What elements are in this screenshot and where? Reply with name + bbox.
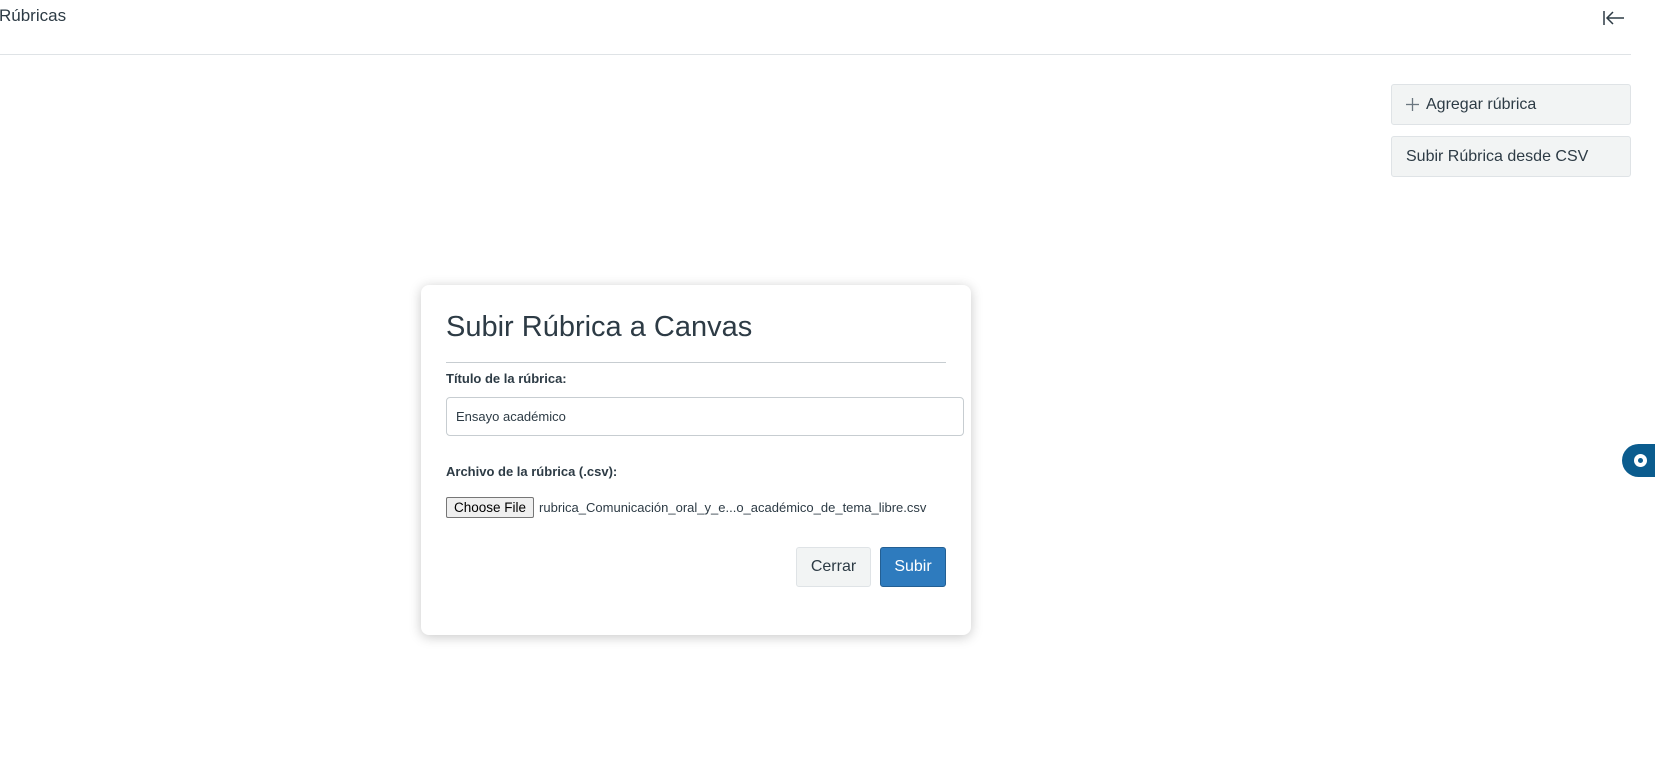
help-chat-icon [1634,454,1647,467]
dialog-title: Subir Rúbrica a Canvas [446,311,753,343]
add-rubric-button[interactable]: Agregar rúbrica [1391,84,1631,125]
upload-rubric-csv-button[interactable]: Subir Rúbrica desde CSV [1391,136,1631,177]
upload-rubric-dialog: Subir Rúbrica a Canvas Título de la rúbr… [421,285,971,635]
selected-file-name: rubrica_Comunicación_oral_y_e...o_académ… [539,500,927,515]
dialog-divider [446,362,946,363]
add-rubric-label: Agregar rúbrica [1426,95,1537,113]
submit-button[interactable]: Subir [880,547,946,587]
breadcrumb[interactable]: Rúbricas [0,6,66,26]
rubric-file-label: Archivo de la rúbrica (.csv): [446,464,618,479]
help-tab-button[interactable] [1622,444,1655,477]
rubric-title-label: Título de la rúbrica: [446,371,567,386]
choose-file-button[interactable]: Choose File [446,497,535,518]
rubric-actions: Agregar rúbrica Subir Rúbrica desde CSV [1391,84,1632,188]
collapse-left-arrow-icon [1603,11,1624,25]
file-picker: Choose File rubrica_Comunicación_oral_y_… [446,497,926,518]
page-header: Rúbricas [0,0,1631,55]
collapse-sidebar-button[interactable] [1598,6,1628,32]
rubric-title-input[interactable] [446,397,964,436]
plus-icon [1406,96,1422,114]
upload-rubric-csv-label: Subir Rúbrica desde CSV [1406,147,1589,165]
close-button[interactable]: Cerrar [796,547,871,587]
